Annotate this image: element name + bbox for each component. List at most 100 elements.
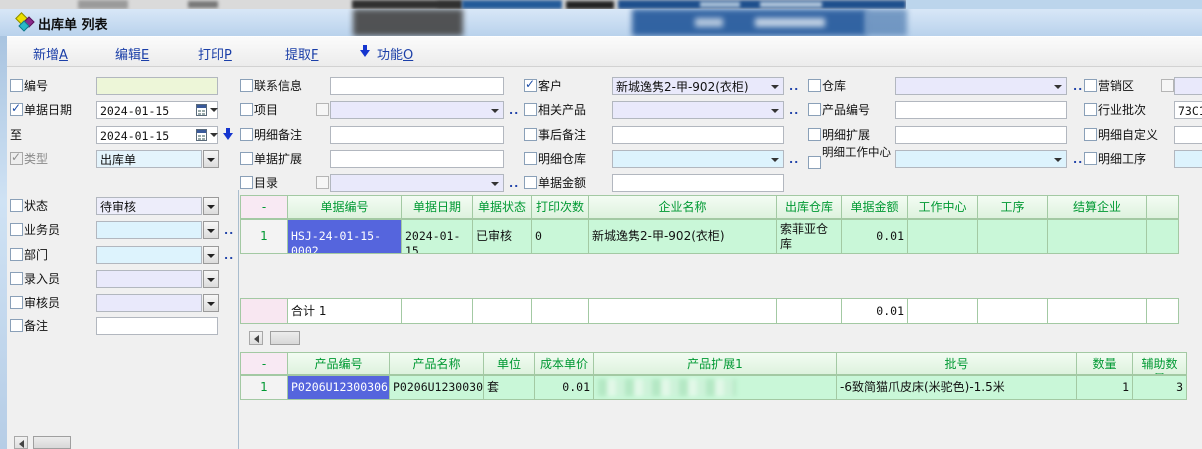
checkbox-marketing-area[interactable] — [1084, 79, 1097, 92]
related-product-combo[interactable] — [612, 101, 784, 119]
salesman-combo-button[interactable] — [203, 221, 219, 239]
industry-batch-input[interactable]: 73C1 — [1174, 101, 1202, 119]
checkbox-marketing-area-sub[interactable] — [1161, 79, 1174, 92]
department-combo-button[interactable] — [203, 246, 219, 264]
entry-clerk-combo[interactable] — [96, 270, 202, 288]
scrollbar-thumb[interactable] — [270, 331, 300, 345]
checkbox-product-no[interactable] — [808, 103, 821, 116]
column-header[interactable]: - — [240, 195, 288, 219]
product-no-input[interactable] — [895, 101, 1067, 119]
column-header[interactable]: 批号 — [836, 352, 1077, 375]
work-center-cell[interactable] — [907, 219, 978, 254]
catalog-combo[interactable] — [330, 174, 504, 192]
date-cell[interactable]: 2024-01-15 — [401, 219, 473, 254]
checkbox-project-sub[interactable] — [316, 103, 329, 116]
column-header[interactable]: 单据日期 — [401, 195, 473, 219]
column-header[interactable]: 工作中心 — [907, 195, 978, 219]
menu-edit[interactable]: 编辑E — [115, 44, 149, 63]
salesman-combo[interactable] — [96, 221, 202, 239]
type-combo[interactable]: 出库单 — [96, 150, 202, 168]
process-cell[interactable] — [977, 219, 1048, 254]
detail-extend-input[interactable] — [895, 126, 1067, 144]
checkbox-status[interactable] — [10, 199, 23, 212]
status-combo-button[interactable] — [203, 197, 219, 215]
column-header[interactable]: 单据金额 — [841, 195, 908, 219]
related-product-browse-button[interactable]: .. — [789, 104, 799, 117]
qty-cell[interactable]: 1 — [1076, 375, 1133, 400]
scroll-left-button[interactable] — [14, 436, 28, 449]
column-header[interactable]: 单据状态 — [472, 195, 532, 219]
date-dropdown-arrow-icon[interactable] — [210, 133, 218, 137]
expand-filters-arrow-icon[interactable] — [223, 128, 234, 141]
doc-extend-input[interactable] — [330, 150, 504, 168]
auditor-combo-button[interactable] — [203, 294, 219, 312]
column-header[interactable]: 结算企业 — [1047, 195, 1147, 219]
scrollbar-thumb[interactable] — [33, 436, 71, 449]
column-header[interactable]: 成本单价 — [534, 352, 594, 375]
checkbox-warehouse[interactable] — [808, 79, 821, 92]
row-number-cell[interactable]: 1 — [240, 375, 288, 400]
checkbox-project[interactable] — [240, 103, 253, 116]
window-titlebar[interactable]: 出库单 列表 — [0, 9, 1202, 36]
menu-function[interactable]: 功能O — [377, 44, 413, 63]
print-count-cell[interactable]: 0 — [531, 219, 589, 254]
column-header[interactable]: 产品名称 — [389, 352, 484, 375]
checkbox-doc-date[interactable] — [10, 103, 23, 116]
checkbox-detail-remark[interactable] — [240, 128, 253, 141]
checkbox-salesman[interactable] — [10, 223, 23, 236]
checkbox-order-no[interactable] — [10, 79, 23, 92]
menu-new[interactable]: 新增A — [33, 44, 68, 63]
contact-info-input[interactable] — [330, 77, 504, 95]
detail-process-combo[interactable] — [1174, 150, 1202, 168]
checkbox-contact-info[interactable] — [240, 79, 253, 92]
column-header[interactable]: - — [240, 352, 288, 375]
type-combo-button[interactable] — [203, 150, 219, 168]
batch-no-cell[interactable]: -6致简猫爪皮床(米驼色)-1.5米 — [836, 375, 1077, 400]
detail-workcenter-browse-button[interactable]: .. — [1073, 153, 1083, 166]
marketing-area-combo[interactable] — [1174, 77, 1202, 95]
column-header[interactable]: 出库仓库 — [776, 195, 842, 219]
column-header[interactable]: 工序 — [977, 195, 1048, 219]
checkbox-catalog[interactable] — [240, 176, 253, 189]
checkbox-auditor[interactable] — [10, 296, 23, 309]
checkbox-detail-custom[interactable] — [1084, 128, 1097, 141]
auditor-combo[interactable] — [96, 294, 202, 312]
column-header[interactable]: 企业名称 — [588, 195, 777, 219]
column-header[interactable]: 产品编号 — [287, 352, 390, 375]
after-remark-input[interactable] — [612, 126, 784, 144]
column-header[interactable]: 辅助数量 — [1132, 352, 1187, 375]
department-browse-button[interactable]: .. — [224, 249, 234, 262]
warehouse-browse-button[interactable]: .. — [1073, 80, 1083, 93]
checkbox-department[interactable] — [10, 248, 23, 261]
detail-custom-input[interactable] — [1174, 126, 1202, 144]
checkbox-entry-clerk[interactable] — [10, 272, 23, 285]
column-header[interactable]: 数量 — [1076, 352, 1133, 375]
product-no-cell[interactable]: P0206U12300306 — [287, 375, 390, 400]
catalog-browse-button[interactable]: .. — [509, 177, 519, 190]
salesman-browse-button[interactable]: .. — [224, 224, 234, 237]
order-no-input[interactable] — [96, 77, 218, 95]
unit-cell[interactable]: 套 — [483, 375, 535, 400]
department-combo[interactable] — [96, 246, 202, 264]
scroll-left-button[interactable] — [249, 331, 263, 345]
menu-print[interactable]: 打印P — [198, 44, 232, 63]
checkbox-catalog-sub[interactable] — [316, 176, 329, 189]
checkbox-industry-batch[interactable] — [1084, 103, 1097, 116]
status-combo[interactable]: 待审核 — [96, 197, 202, 215]
aux-qty-cell[interactable]: 3 — [1132, 375, 1187, 400]
checkbox-detail-workcenter[interactable] — [808, 156, 821, 169]
checkbox-remark[interactable] — [10, 319, 23, 332]
detail-warehouse-browse-button[interactable]: .. — [789, 153, 799, 166]
settle-company-cell[interactable] — [1047, 219, 1147, 254]
status-cell[interactable]: 已审核 — [472, 219, 532, 254]
amount-cell[interactable]: 0.01 — [841, 219, 908, 254]
project-browse-button[interactable]: .. — [509, 104, 519, 117]
doc-amount-input[interactable] — [612, 174, 784, 192]
checkbox-after-remark[interactable] — [524, 128, 537, 141]
detail-workcenter-combo[interactable] — [895, 150, 1067, 168]
cost-price-cell[interactable]: 0.01 — [534, 375, 594, 400]
checkbox-customer[interactable] — [524, 79, 537, 92]
product-name-cell[interactable]: P0206U12300306 — [389, 375, 484, 400]
product-ext-cell[interactable] — [593, 375, 837, 400]
menu-extract[interactable]: 提取F — [285, 44, 319, 63]
